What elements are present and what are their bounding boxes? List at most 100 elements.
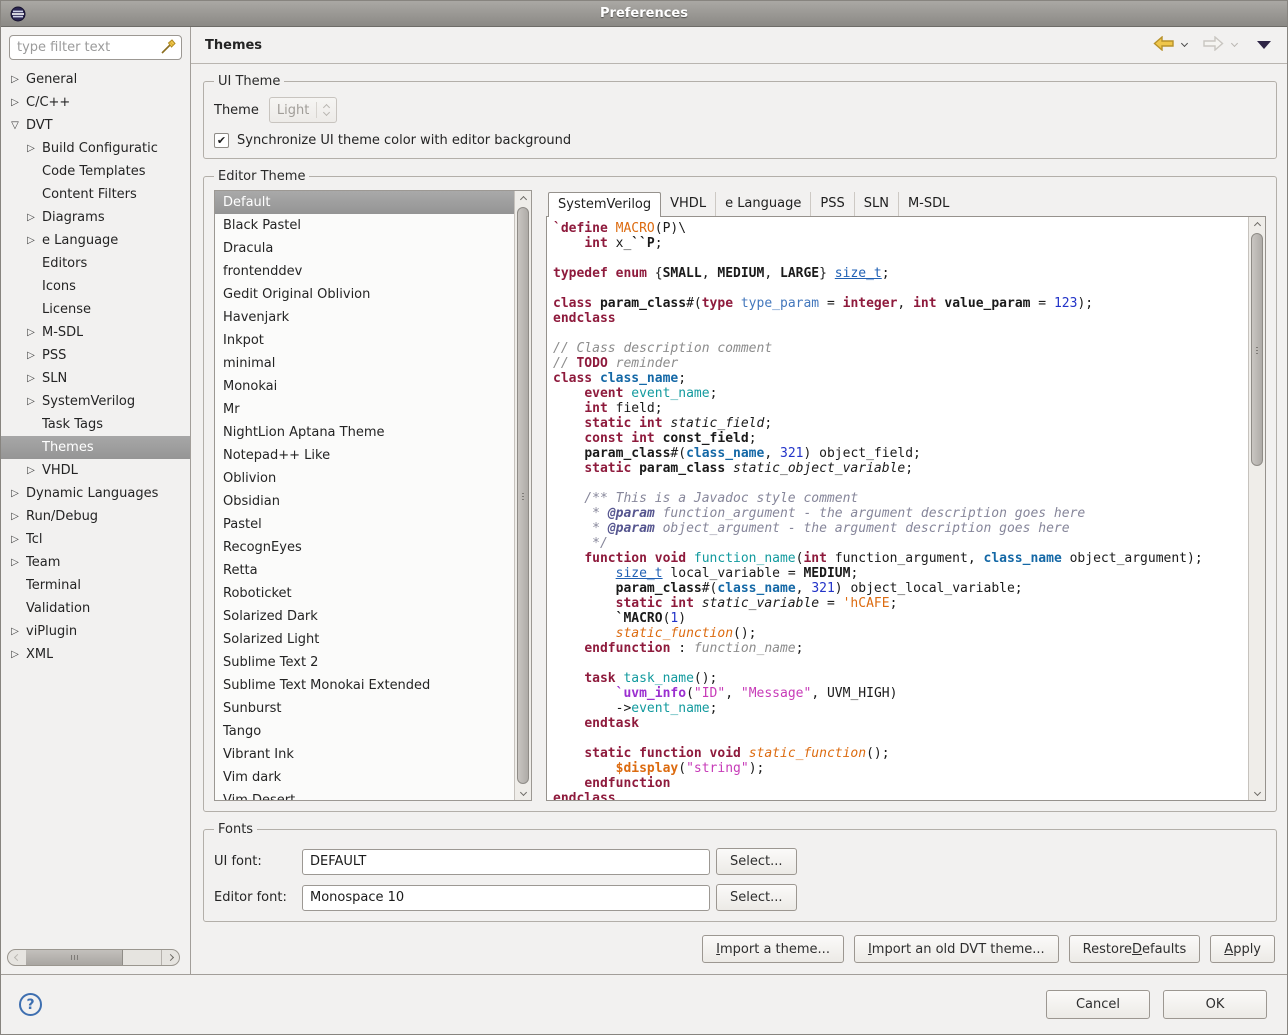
expander-collapsed-icon[interactable]: ▷ xyxy=(23,373,39,384)
view-menu-triangle-icon[interactable] xyxy=(1257,41,1271,49)
sidebar-item-content-filters[interactable]: Content Filters xyxy=(1,183,190,206)
theme-list-scroll-thumb[interactable] xyxy=(517,207,529,784)
back-history-chevron-icon[interactable] xyxy=(1181,40,1188,47)
ui-theme-select[interactable]: Light xyxy=(269,97,337,123)
theme-item-minimal[interactable]: minimal xyxy=(215,352,514,375)
sidebar-item-icons[interactable]: Icons xyxy=(1,275,190,298)
sidebar-item-viplugin[interactable]: ▷viPlugin xyxy=(1,620,190,643)
theme-item-sublime-text-2[interactable]: Sublime Text 2 xyxy=(215,651,514,674)
sidebar-item-license[interactable]: License xyxy=(1,298,190,321)
expander-expanded-icon[interactable]: ▽ xyxy=(7,120,23,131)
tab-systemverilog[interactable]: SystemVerilog xyxy=(548,192,661,217)
theme-item-inkpot[interactable]: Inkpot xyxy=(215,329,514,352)
theme-item-sunburst[interactable]: Sunburst xyxy=(215,697,514,720)
expander-collapsed-icon[interactable]: ▷ xyxy=(7,626,23,637)
expander-collapsed-icon[interactable]: ▷ xyxy=(7,557,23,568)
code-preview-scrollbar[interactable] xyxy=(1248,217,1265,800)
scroll-up-icon[interactable] xyxy=(515,191,531,207)
expander-collapsed-icon[interactable]: ▷ xyxy=(23,212,39,223)
sidebar-item-xml[interactable]: ▷XML xyxy=(1,643,190,666)
expander-collapsed-icon[interactable]: ▷ xyxy=(7,534,23,545)
restore-defaults-button[interactable]: Restore Defaults xyxy=(1069,935,1201,963)
theme-item-black-pastel[interactable]: Black Pastel xyxy=(215,214,514,237)
import-theme-button[interactable]: Import a theme... xyxy=(702,935,844,963)
forward-history-chevron-icon[interactable] xyxy=(1231,40,1238,47)
theme-item-monokai[interactable]: Monokai xyxy=(215,375,514,398)
sidebar-item-m-sdl[interactable]: ▷M-SDL xyxy=(1,321,190,344)
tab-e-language[interactable]: e Language xyxy=(716,192,811,216)
filter-input[interactable] xyxy=(9,35,182,60)
back-arrow-icon[interactable] xyxy=(1153,36,1174,55)
eclipse-logo-icon[interactable] xyxy=(10,6,26,22)
sync-checkbox[interactable]: ✔ xyxy=(214,133,229,148)
tree-hscroll-thumb[interactable] xyxy=(26,950,123,965)
expander-collapsed-icon[interactable]: ▷ xyxy=(23,396,39,407)
broom-clear-filter-icon[interactable] xyxy=(159,39,176,60)
theme-item-roboticket[interactable]: Roboticket xyxy=(215,582,514,605)
window-titlebar[interactable]: Preferences xyxy=(1,1,1287,27)
sidebar-item-dvt[interactable]: ▽DVT xyxy=(1,114,190,137)
scroll-down-icon[interactable] xyxy=(1249,784,1265,800)
tab-m-sdl[interactable]: M-SDL xyxy=(899,192,958,216)
sidebar-item-tcl[interactable]: ▷Tcl xyxy=(1,528,190,551)
tab-vhdl[interactable]: VHDL xyxy=(661,192,716,216)
sidebar-item-validation[interactable]: Validation xyxy=(1,597,190,620)
theme-item-default[interactable]: Default xyxy=(215,191,514,214)
editor-font-select-button[interactable]: Select... xyxy=(716,884,797,911)
ui-font-select-button[interactable]: Select... xyxy=(716,848,797,875)
editor-font-field[interactable] xyxy=(302,885,710,911)
apply-button[interactable]: Apply xyxy=(1210,935,1275,963)
theme-item-notepad-like[interactable]: Notepad++ Like xyxy=(215,444,514,467)
ok-button[interactable]: OK xyxy=(1163,990,1267,1019)
theme-item-sublime-text-monokai-extended[interactable]: Sublime Text Monokai Extended xyxy=(215,674,514,697)
scroll-left-icon[interactable] xyxy=(8,950,26,965)
theme-item-vibrant-ink[interactable]: Vibrant Ink xyxy=(215,743,514,766)
sidebar-item-pss[interactable]: ▷PSS xyxy=(1,344,190,367)
sidebar-item-systemverilog[interactable]: ▷SystemVerilog xyxy=(1,390,190,413)
tab-pss[interactable]: PSS xyxy=(811,192,854,216)
theme-item-gedit-original-oblivion[interactable]: Gedit Original Oblivion xyxy=(215,283,514,306)
expander-collapsed-icon[interactable]: ▷ xyxy=(23,465,39,476)
tree-hscroll-track[interactable] xyxy=(26,950,161,965)
sidebar-item-run-debug[interactable]: ▷Run/Debug xyxy=(1,505,190,528)
theme-item-havenjark[interactable]: Havenjark xyxy=(215,306,514,329)
expander-collapsed-icon[interactable]: ▷ xyxy=(7,488,23,499)
sidebar-item-sln[interactable]: ▷SLN xyxy=(1,367,190,390)
sidebar-item-dynamic-languages[interactable]: ▷Dynamic Languages xyxy=(1,482,190,505)
tab-sln[interactable]: SLN xyxy=(855,192,899,216)
theme-list-scrollbar[interactable] xyxy=(514,191,531,800)
theme-item-tango[interactable]: Tango xyxy=(215,720,514,743)
theme-item-obsidian[interactable]: Obsidian xyxy=(215,490,514,513)
sidebar-item-e-language[interactable]: ▷e Language xyxy=(1,229,190,252)
expander-collapsed-icon[interactable]: ▷ xyxy=(7,511,23,522)
expander-collapsed-icon[interactable]: ▷ xyxy=(23,143,39,154)
theme-item-solarized-light[interactable]: Solarized Light xyxy=(215,628,514,651)
sidebar-item-themes[interactable]: Themes xyxy=(1,436,190,459)
theme-item-frontenddev[interactable]: frontenddev xyxy=(215,260,514,283)
sidebar-item-vhdl[interactable]: ▷VHDL xyxy=(1,459,190,482)
sidebar-item-editors[interactable]: Editors xyxy=(1,252,190,275)
scroll-up-icon[interactable] xyxy=(1249,217,1265,233)
forward-arrow-icon[interactable] xyxy=(1203,36,1224,55)
theme-item-pastel[interactable]: Pastel xyxy=(215,513,514,536)
expander-collapsed-icon[interactable]: ▷ xyxy=(23,327,39,338)
sidebar-item-task-tags[interactable]: Task Tags xyxy=(1,413,190,436)
scroll-down-icon[interactable] xyxy=(515,784,531,800)
sidebar-item-build-configuratic[interactable]: ▷Build Configuratic xyxy=(1,137,190,160)
scroll-right-icon[interactable] xyxy=(161,950,179,965)
sidebar-item-team[interactable]: ▷Team xyxy=(1,551,190,574)
import-old-dvt-theme-button[interactable]: Import an old DVT theme... xyxy=(854,935,1059,963)
tree-horizontal-scrollbar[interactable] xyxy=(7,949,180,966)
sidebar-item-general[interactable]: ▷General xyxy=(1,68,190,91)
theme-item-vim-dark[interactable]: Vim dark xyxy=(215,766,514,789)
theme-item-nightlion-aptana-theme[interactable]: NightLion Aptana Theme xyxy=(215,421,514,444)
theme-item-vim-desert[interactable]: Vim Desert xyxy=(215,789,514,801)
cancel-button[interactable]: Cancel xyxy=(1046,990,1150,1019)
sidebar-item-c-c[interactable]: ▷C/C++ xyxy=(1,91,190,114)
code-scroll-thumb[interactable] xyxy=(1251,233,1263,466)
theme-item-dracula[interactable]: Dracula xyxy=(215,237,514,260)
expander-collapsed-icon[interactable]: ▷ xyxy=(23,350,39,361)
theme-item-mr[interactable]: Mr xyxy=(215,398,514,421)
expander-collapsed-icon[interactable]: ▷ xyxy=(7,74,23,85)
sidebar-item-diagrams[interactable]: ▷Diagrams xyxy=(1,206,190,229)
